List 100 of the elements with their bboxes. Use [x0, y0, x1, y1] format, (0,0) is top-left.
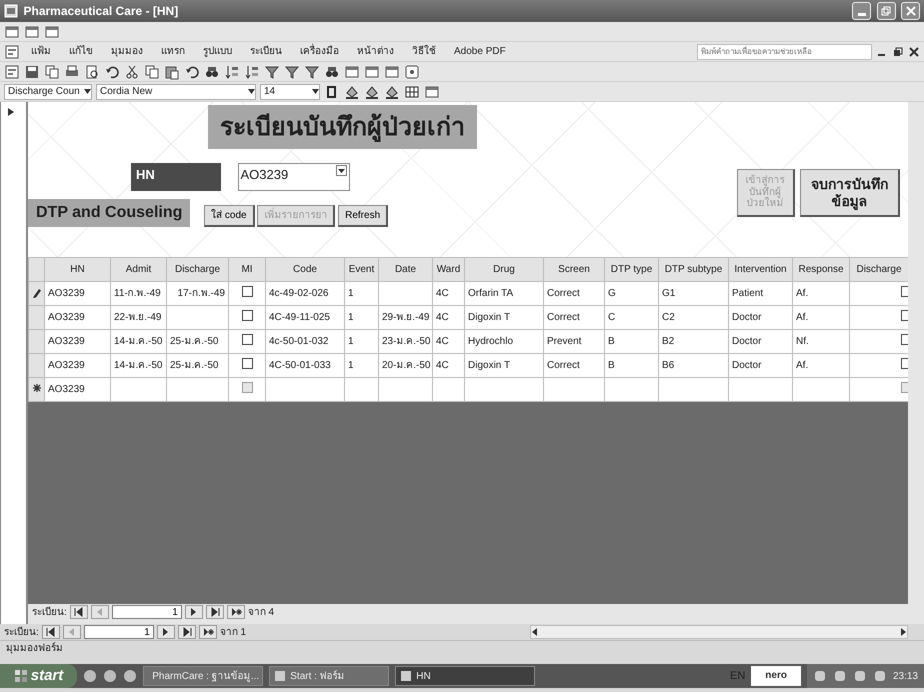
table-cell: 14-ม.ค.-50: [110, 354, 166, 378]
checkbox[interactable]: [242, 310, 252, 320]
menu-item[interactable]: แฟ้ม: [24, 44, 58, 59]
first-record-button[interactable]: [70, 605, 88, 619]
tray-logo: nero: [751, 666, 801, 686]
close-icon[interactable]: [908, 46, 920, 58]
font-size-dropdown[interactable]: 14: [260, 84, 320, 100]
table-cell: B2: [658, 330, 728, 354]
taskbar-button[interactable]: Start : ฟอร์ม: [269, 666, 390, 686]
first-record-icon: [72, 606, 85, 618]
column-header[interactable]: Intervention: [728, 258, 792, 282]
start-button[interactable]: start: [0, 664, 78, 688]
scroll-right-icon[interactable]: [899, 627, 907, 637]
menu-item[interactable]: รูปแบบ: [196, 44, 239, 59]
paint-bucket-icon[interactable]: [364, 84, 380, 100]
record-number-field[interactable]: 1: [112, 605, 182, 619]
menu-item[interactable]: เครื่องมือ: [293, 44, 346, 59]
column-header[interactable]: Response: [792, 258, 850, 282]
copy-icon[interactable]: [44, 64, 60, 80]
help-icon[interactable]: [404, 64, 420, 80]
menu-item[interactable]: มุมมอง: [104, 44, 150, 59]
column-header[interactable]: DTP type: [604, 258, 658, 282]
column-header[interactable]: Code: [266, 258, 344, 282]
column-header[interactable]: Date: [378, 258, 432, 282]
minimize-button[interactable]: [852, 2, 871, 20]
table-cell: 17-ก.พ.-49: [166, 282, 228, 306]
paint-bucket-icon[interactable]: [344, 84, 360, 100]
next-record-button[interactable]: [184, 605, 203, 619]
column-header[interactable]: Admit: [110, 258, 166, 282]
column-header[interactable]: HN: [44, 258, 110, 282]
copy-icon[interactable]: [144, 64, 160, 80]
scissors-icon[interactable]: [124, 64, 140, 80]
window-icon[interactable]: [344, 64, 360, 80]
taskbar-button[interactable]: PharmCare : ฐานข้อมู...: [143, 666, 264, 686]
table-cell: AO3239: [44, 330, 110, 354]
save-icon[interactable]: [24, 64, 40, 80]
checkbox[interactable]: [242, 334, 252, 344]
form-button[interactable]: จบการบันทึกข้อมูล: [800, 169, 900, 217]
menu-item[interactable]: ระเบียน: [243, 44, 289, 59]
table-cell: Hydrochlo: [464, 330, 544, 354]
column-header[interactable]: Screen: [544, 258, 604, 282]
pencil-icon: [32, 287, 42, 300]
table-cell: Af.: [792, 306, 850, 330]
table-cell: 25-ม.ค.-50: [166, 354, 228, 378]
undo-icon[interactable]: [104, 64, 120, 80]
menu-item[interactable]: แทรก: [154, 44, 192, 59]
restore-icon[interactable]: [892, 46, 904, 58]
close-button[interactable]: [901, 2, 920, 20]
grid-icon[interactable]: [404, 84, 420, 100]
record-number-field[interactable]: 1: [84, 625, 154, 639]
font-dropdown[interactable]: Cordia New: [96, 84, 256, 100]
column-header[interactable]: Drug: [464, 258, 544, 282]
last-record-button[interactable]: [206, 605, 224, 619]
first-record-button[interactable]: [42, 625, 60, 639]
checkbox[interactable]: [242, 358, 252, 368]
record-navigation-label: ระเบียน:: [4, 626, 39, 640]
window-icon[interactable]: [4, 24, 20, 40]
undo-icon[interactable]: [184, 64, 200, 80]
taskbar-button[interactable]: HN: [395, 666, 536, 686]
checkbox[interactable]: [242, 286, 252, 296]
help-search-field[interactable]: พิมพ์คำถามเพื่อขอความช่วยเหลือ: [697, 44, 872, 60]
menu-item[interactable]: หน้าต่าง: [350, 44, 401, 59]
table-cell: 4C: [432, 354, 464, 378]
last-record-button[interactable]: [178, 625, 196, 639]
column-header[interactable]: Discharge: [850, 258, 908, 282]
next-record-button[interactable]: [156, 625, 175, 639]
hn-dropdown[interactable]: AO3239: [238, 163, 350, 191]
app-icon: [4, 4, 18, 18]
menu-item[interactable]: วิธีใช้: [405, 44, 443, 59]
column-header[interactable]: DTP subtype: [658, 258, 728, 282]
menu-item[interactable]: Adobe PDF: [447, 44, 513, 59]
column-header[interactable]: Ward: [432, 258, 464, 282]
column-header[interactable]: Event: [344, 258, 378, 282]
form-icon[interactable]: [4, 44, 20, 60]
window-icon[interactable]: [364, 64, 380, 80]
form-button[interactable]: ใส่ code: [204, 205, 255, 227]
window-icon[interactable]: [44, 24, 60, 40]
table-cell: 22-พ.ย.-49: [110, 306, 166, 330]
caret-icon: [336, 166, 346, 175]
window-icon[interactable]: [384, 64, 400, 80]
page-magnifier-icon[interactable]: [84, 64, 100, 80]
form-button[interactable]: Refresh: [338, 205, 388, 227]
horizontal-scrollbar[interactable]: [530, 625, 908, 639]
column-header[interactable]: Discharge: [166, 258, 228, 282]
form-icon[interactable]: [4, 64, 20, 80]
object-dropdown[interactable]: Discharge Coun: [4, 84, 92, 100]
table-cell: C: [604, 306, 658, 330]
column-header[interactable]: MI: [228, 258, 266, 282]
window-icon[interactable]: [24, 24, 40, 40]
sort-icon[interactable]: [224, 64, 240, 80]
scroll-left-icon[interactable]: [531, 627, 540, 637]
restore-button[interactable]: [876, 2, 896, 20]
new-record-button[interactable]: [198, 625, 217, 639]
paint-bucket-icon[interactable]: [384, 84, 400, 100]
sort-icon[interactable]: [244, 64, 260, 80]
form-title: ระเบียนบันทึกผู้ป่วยเก่า: [208, 105, 477, 149]
menu-item[interactable]: แก้ไข: [62, 44, 100, 59]
window-icon[interactable]: [424, 84, 440, 100]
clipboard-icon[interactable]: [164, 64, 180, 80]
new-record-button[interactable]: [226, 605, 245, 619]
